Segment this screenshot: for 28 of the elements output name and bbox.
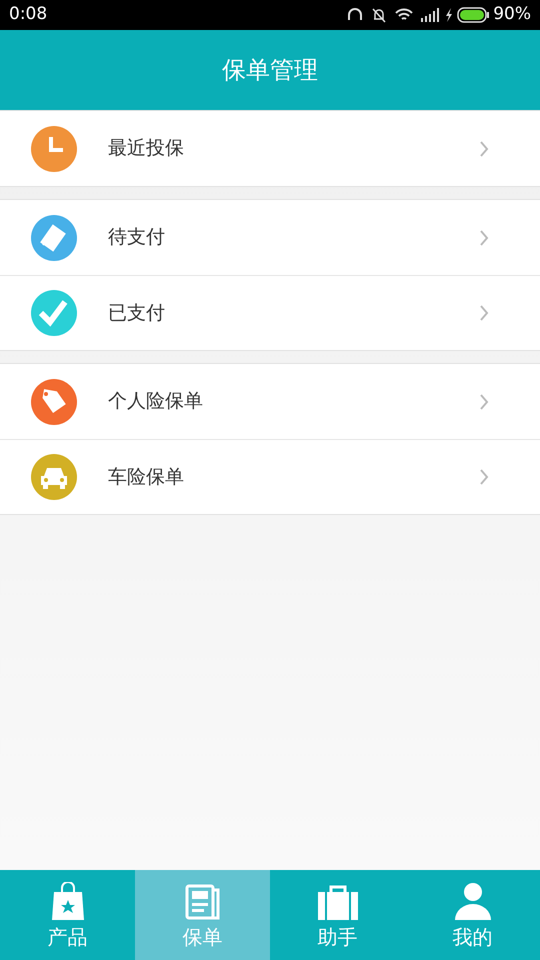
menu-item-label: 已支付 [108, 300, 166, 326]
wifi-icon [395, 8, 414, 22]
charging-icon [445, 8, 454, 22]
briefcase-icon [318, 884, 358, 920]
chevron-right-icon [479, 305, 489, 321]
headphones-icon [347, 7, 364, 23]
chevron-right-icon [479, 140, 489, 156]
page-title: 保单管理 [222, 55, 318, 86]
signal-icon [421, 8, 440, 22]
menu-item[interactable]: 最近投保 [0, 111, 540, 186]
person-icon [454, 882, 492, 920]
menu-item-label: 个人险保单 [108, 389, 204, 414]
chevron-right-icon [479, 394, 489, 410]
battery-icon [457, 7, 490, 23]
menu-item[interactable]: 已支付 [0, 275, 540, 350]
menu-item[interactable]: 个人险保单 [0, 364, 540, 439]
shopping-bag-icon [50, 882, 84, 920]
battery-percent: 90% [493, 3, 531, 26]
menu-item-label: 最近投保 [108, 136, 185, 162]
muted-bell-icon [371, 7, 388, 23]
menu-item-label: 车险保单 [108, 464, 185, 490]
menu-item-label: 待支付 [108, 225, 166, 250]
newspaper-icon [184, 884, 220, 920]
menu-item[interactable]: 待支付 [0, 200, 540, 275]
menu-item[interactable]: 车险保单 [0, 439, 540, 514]
status-time: 0:08 [9, 3, 48, 26]
chevron-right-icon [479, 230, 489, 246]
chevron-right-icon [479, 469, 489, 485]
